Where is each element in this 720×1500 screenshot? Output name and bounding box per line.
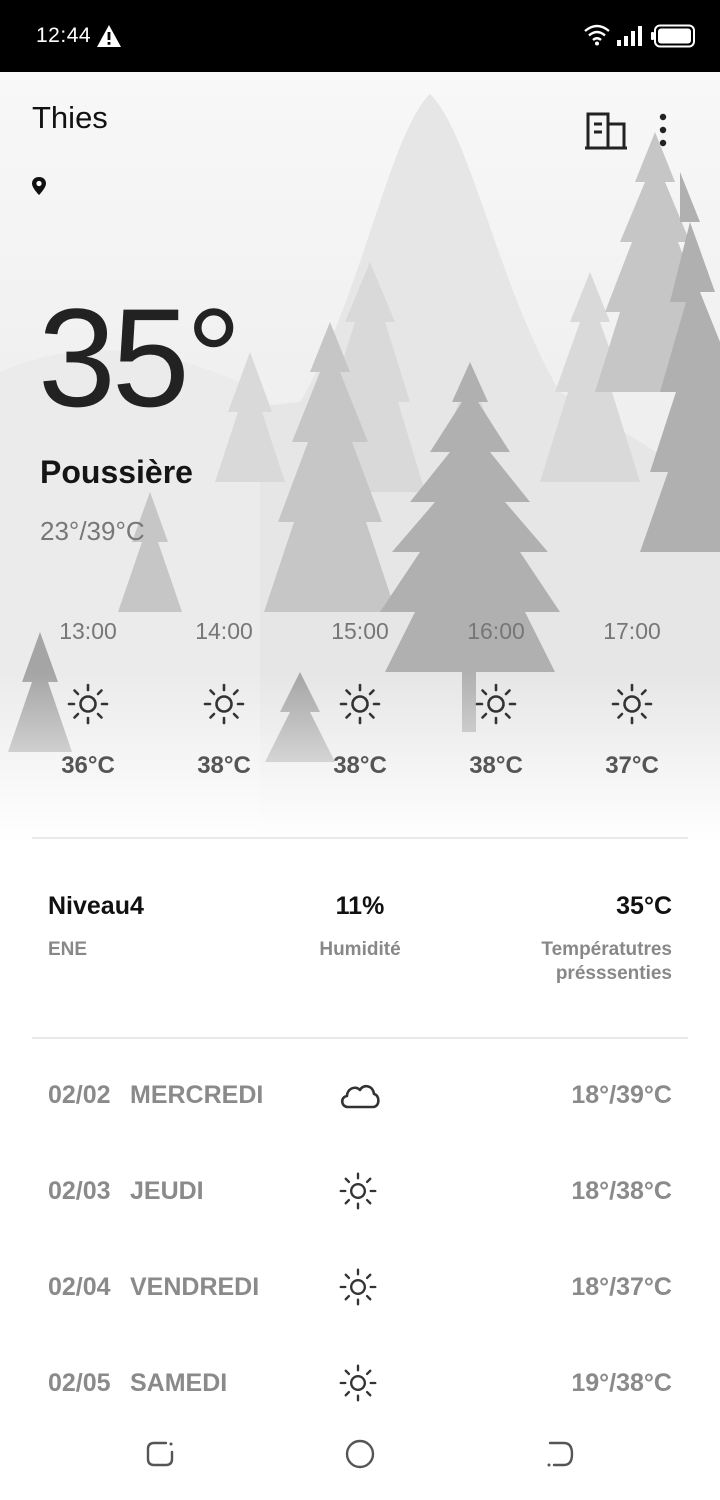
hour-temp: 38°C <box>333 752 387 779</box>
current-temperature: 35° <box>38 279 242 436</box>
battery-icon <box>651 24 695 48</box>
daily-row[interactable]: 02/03 JEUDI 18°/38°C <box>48 1172 672 1217</box>
wind-stat: Niveau4 ENE <box>48 892 144 962</box>
day-name: VENDREDI <box>130 1273 260 1301</box>
day-range: 18°/39°C <box>571 1081 672 1109</box>
hour-time: 13:00 <box>59 618 117 644</box>
sun-icon <box>339 1268 377 1306</box>
sun-icon <box>339 1172 377 1210</box>
day-name: MERCREDI <box>130 1081 264 1109</box>
sun-icon <box>339 683 381 725</box>
day-name: SAMEDI <box>130 1369 228 1397</box>
day-name: JEUDI <box>130 1177 204 1205</box>
hour-temp: 38°C <box>469 752 523 779</box>
status-bar: 12:44 <box>0 0 720 72</box>
day-date: 02/03 <box>48 1177 111 1205</box>
hourly-item: 17:00 37°C <box>564 618 700 780</box>
hour-time: 17:00 <box>603 618 661 644</box>
day-date: 02/05 <box>48 1369 111 1397</box>
city-name[interactable]: Thies <box>32 100 108 136</box>
sun-icon <box>339 1364 377 1402</box>
daily-row[interactable]: 02/02 MERCREDI 18°/39°C <box>48 1081 672 1121</box>
status-time: 12:44 <box>36 24 92 47</box>
weather-hero: Thies 35° Poussière 23°/39°C 13:00 36°C … <box>0 72 720 842</box>
signal-icon <box>617 26 642 46</box>
day-range: 19°/38°C <box>571 1369 672 1397</box>
sun-icon <box>67 683 109 725</box>
humidity-stat: 11% Humidité <box>290 892 430 962</box>
hour-time: 15:00 <box>331 618 389 644</box>
feels-like-label: Températutres présssenties <box>472 938 672 986</box>
hour-temp: 37°C <box>605 752 659 779</box>
wifi-icon <box>584 24 610 46</box>
hourly-item: 15:00 38°C <box>292 618 428 780</box>
hourly-item: 14:00 38°C <box>156 618 292 780</box>
daily-row[interactable]: 02/04 VENDREDI 18°/37°C <box>48 1268 672 1313</box>
sun-icon <box>611 683 653 725</box>
hour-temp: 36°C <box>61 752 115 779</box>
day-date: 02/04 <box>48 1273 111 1301</box>
day-range: 18°/37°C <box>571 1273 672 1301</box>
city-list-icon[interactable] <box>584 110 628 152</box>
recents-icon[interactable] <box>140 1434 180 1474</box>
humidity-value: 11% <box>335 892 385 920</box>
hourly-item: 16:00 38°C <box>428 618 564 780</box>
sun-icon <box>203 683 245 725</box>
location-pin-icon <box>32 177 46 195</box>
day-date: 02/02 <box>48 1081 111 1109</box>
feels-like-stat: 35°C Températutres présssenties <box>472 892 672 986</box>
divider-bottom <box>32 1037 688 1039</box>
current-range: 23°/39°C <box>40 516 145 546</box>
hour-time: 14:00 <box>195 618 253 644</box>
sun-icon <box>475 683 517 725</box>
back-icon[interactable] <box>540 1434 580 1474</box>
current-condition: Poussière <box>40 454 193 490</box>
daily-row[interactable]: 02/05 SAMEDI 19°/38°C <box>48 1364 672 1409</box>
more-vert-icon[interactable] <box>650 110 676 152</box>
humidity-label: Humidité <box>319 939 401 960</box>
feels-like-label-line1: Températutres <box>541 939 672 960</box>
hour-time: 16:00 <box>467 618 525 644</box>
cloud-icon <box>340 1084 380 1109</box>
system-nav-bar <box>0 1424 720 1500</box>
divider-top <box>32 837 688 839</box>
feels-like-label-line2: présssenties <box>555 963 672 984</box>
feels-like-value: 35°C <box>616 892 672 920</box>
wind-direction: ENE <box>48 939 88 960</box>
day-range: 18°/38°C <box>571 1177 672 1205</box>
wind-level: Niveau4 <box>48 892 144 920</box>
hourly-item: 13:00 36°C <box>20 618 156 780</box>
home-icon[interactable] <box>340 1434 380 1474</box>
warning-icon <box>97 25 121 47</box>
hour-temp: 38°C <box>197 752 251 779</box>
